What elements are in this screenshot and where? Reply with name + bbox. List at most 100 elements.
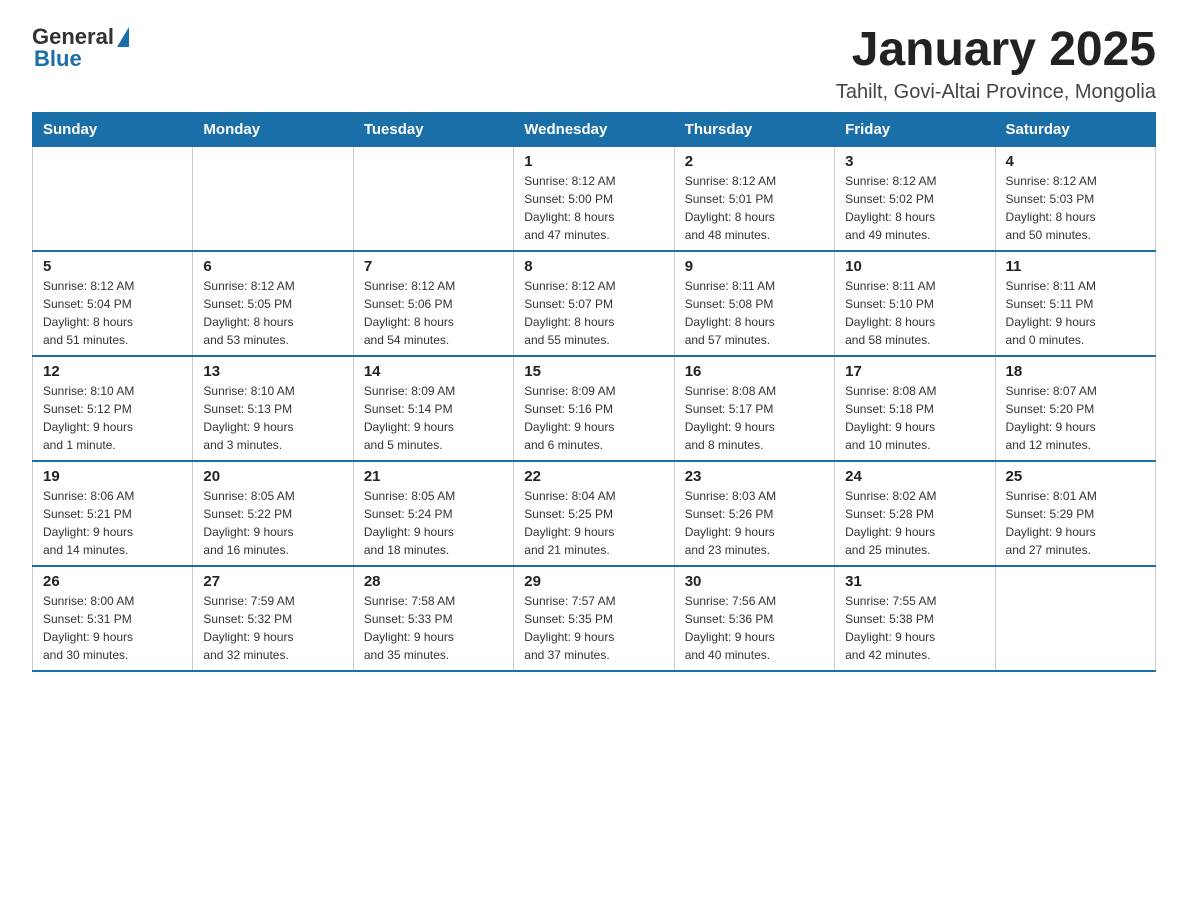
day-info: Sunrise: 8:12 AM Sunset: 5:03 PM Dayligh… — [1006, 172, 1145, 244]
day-info: Sunrise: 7:58 AM Sunset: 5:33 PM Dayligh… — [364, 592, 503, 664]
day-number: 5 — [43, 258, 182, 275]
calendar-cell: 31 Sunrise: 7:55 AM Sunset: 5:38 PM Dayli… — [835, 566, 995, 671]
calendar-week-row: 12Sunrise: 8:10 AM Sunset: 5:12 PM Dayli… — [33, 356, 1156, 461]
calendar-cell: 2 Sunrise: 8:12 AM Sunset: 5:01 PM Daylig… — [674, 146, 834, 251]
day-number: 23 — [685, 468, 824, 485]
day-number: 11 — [1006, 258, 1145, 275]
day-info: Sunrise: 8:04 AM Sunset: 5:25 PM Dayligh… — [524, 487, 663, 559]
day-info: Sunrise: 8:08 AM Sunset: 5:17 PM Dayligh… — [685, 382, 824, 454]
day-number: 4 — [1006, 153, 1145, 170]
day-number: 3 — [845, 153, 984, 170]
calendar-cell: 3 Sunrise: 8:12 AM Sunset: 5:02 PM Daylig… — [835, 146, 995, 251]
logo-triangle-icon — [117, 27, 129, 47]
calendar-cell — [995, 566, 1155, 671]
calendar-cell — [193, 146, 353, 251]
day-info: Sunrise: 8:11 AM Sunset: 5:08 PM Dayligh… — [685, 277, 824, 349]
calendar-cell: 20Sunrise: 8:05 AM Sunset: 5:22 PM Dayli… — [193, 461, 353, 566]
day-info: Sunrise: 8:09 AM Sunset: 5:14 PM Dayligh… — [364, 382, 503, 454]
logo: General Blue — [32, 24, 129, 72]
day-number: 15 — [524, 363, 663, 380]
day-number: 7 — [364, 258, 503, 275]
day-info: Sunrise: 8:12 AM Sunset: 5:07 PM Dayligh… — [524, 277, 663, 349]
day-info: Sunrise: 8:11 AM Sunset: 5:10 PM Dayligh… — [845, 277, 984, 349]
day-number: 2 — [685, 153, 824, 170]
day-number: 12 — [43, 363, 182, 380]
day-info: Sunrise: 8:03 AM Sunset: 5:26 PM Dayligh… — [685, 487, 824, 559]
calendar-cell — [353, 146, 513, 251]
day-number: 21 — [364, 468, 503, 485]
calendar-cell: 27 Sunrise: 7:59 AM Sunset: 5:32 PM Dayli… — [193, 566, 353, 671]
day-number: 29 — [524, 573, 663, 590]
calendar-table: SundayMondayTuesdayWednesdayThursdayFrid… — [32, 112, 1156, 672]
day-number: 31 — [845, 573, 984, 590]
day-info: Sunrise: 8:05 AM Sunset: 5:24 PM Dayligh… — [364, 487, 503, 559]
day-number: 30 — [685, 573, 824, 590]
day-info: Sunrise: 8:12 AM Sunset: 5:06 PM Dayligh… — [364, 277, 503, 349]
day-number: 14 — [364, 363, 503, 380]
day-number: 22 — [524, 468, 663, 485]
calendar-cell: 7 Sunrise: 8:12 AM Sunset: 5:06 PM Daylig… — [353, 251, 513, 356]
calendar-header-wednesday: Wednesday — [514, 112, 674, 146]
title-area: January 2025 Tahilt, Govi-Altai Province… — [836, 24, 1156, 104]
calendar-header-thursday: Thursday — [674, 112, 834, 146]
day-info: Sunrise: 8:00 AM Sunset: 5:31 PM Dayligh… — [43, 592, 182, 664]
calendar-header-monday: Monday — [193, 112, 353, 146]
calendar-cell: 26 Sunrise: 8:00 AM Sunset: 5:31 PM Dayli… — [33, 566, 193, 671]
day-info: Sunrise: 7:55 AM Sunset: 5:38 PM Dayligh… — [845, 592, 984, 664]
day-number: 1 — [524, 153, 663, 170]
day-number: 25 — [1006, 468, 1145, 485]
calendar-week-row: 26 Sunrise: 8:00 AM Sunset: 5:31 PM Dayli… — [33, 566, 1156, 671]
day-info: Sunrise: 8:12 AM Sunset: 5:01 PM Dayligh… — [685, 172, 824, 244]
calendar-cell — [33, 146, 193, 251]
day-info: Sunrise: 8:01 AM Sunset: 5:29 PM Dayligh… — [1006, 487, 1145, 559]
day-info: Sunrise: 8:05 AM Sunset: 5:22 PM Dayligh… — [203, 487, 342, 559]
day-info: Sunrise: 8:12 AM Sunset: 5:00 PM Dayligh… — [524, 172, 663, 244]
calendar-cell: 17 Sunrise: 8:08 AM Sunset: 5:18 PM Dayli… — [835, 356, 995, 461]
calendar-cell: 8 Sunrise: 8:12 AM Sunset: 5:07 PM Daylig… — [514, 251, 674, 356]
calendar-cell: 11 Sunrise: 8:11 AM Sunset: 5:11 PM Dayli… — [995, 251, 1155, 356]
day-info: Sunrise: 7:56 AM Sunset: 5:36 PM Dayligh… — [685, 592, 824, 664]
calendar-header-friday: Friday — [835, 112, 995, 146]
day-info: Sunrise: 8:12 AM Sunset: 5:02 PM Dayligh… — [845, 172, 984, 244]
day-number: 26 — [43, 573, 182, 590]
calendar-cell: 22 Sunrise: 8:04 AM Sunset: 5:25 PM Dayli… — [514, 461, 674, 566]
calendar-cell: 21 Sunrise: 8:05 AM Sunset: 5:24 PM Dayli… — [353, 461, 513, 566]
calendar-header-row: SundayMondayTuesdayWednesdayThursdayFrid… — [33, 112, 1156, 146]
calendar-week-row: 5 Sunrise: 8:12 AM Sunset: 5:04 PM Daylig… — [33, 251, 1156, 356]
day-number: 17 — [845, 363, 984, 380]
location-title: Tahilt, Govi-Altai Province, Mongolia — [836, 81, 1156, 104]
calendar-cell: 13 Sunrise: 8:10 AM Sunset: 5:13 PM Dayli… — [193, 356, 353, 461]
day-number: 8 — [524, 258, 663, 275]
logo-blue-text: Blue — [32, 46, 82, 72]
day-info: Sunrise: 8:08 AM Sunset: 5:18 PM Dayligh… — [845, 382, 984, 454]
day-number: 6 — [203, 258, 342, 275]
calendar-cell: 29 Sunrise: 7:57 AM Sunset: 5:35 PM Dayli… — [514, 566, 674, 671]
day-number: 28 — [364, 573, 503, 590]
calendar-cell: 15 Sunrise: 8:09 AM Sunset: 5:16 PM Dayli… — [514, 356, 674, 461]
page-header: General Blue January 2025 Tahilt, Govi-A… — [32, 24, 1156, 104]
calendar-week-row: 19 Sunrise: 8:06 AM Sunset: 5:21 PM Dayli… — [33, 461, 1156, 566]
day-info: Sunrise: 8:11 AM Sunset: 5:11 PM Dayligh… — [1006, 277, 1145, 349]
day-number: 13 — [203, 363, 342, 380]
day-info: Sunrise: 8:09 AM Sunset: 5:16 PM Dayligh… — [524, 382, 663, 454]
day-info: Sunrise: 8:12 AM Sunset: 5:04 PM Dayligh… — [43, 277, 182, 349]
day-info: Sunrise: 8:12 AM Sunset: 5:05 PM Dayligh… — [203, 277, 342, 349]
calendar-header-saturday: Saturday — [995, 112, 1155, 146]
day-number: 19 — [43, 468, 182, 485]
calendar-cell: 6 Sunrise: 8:12 AM Sunset: 5:05 PM Daylig… — [193, 251, 353, 356]
calendar-cell: 14 Sunrise: 8:09 AM Sunset: 5:14 PM Dayli… — [353, 356, 513, 461]
calendar-cell: 4 Sunrise: 8:12 AM Sunset: 5:03 PM Daylig… — [995, 146, 1155, 251]
day-info: Sunrise: 8:10 AM Sunset: 5:13 PM Dayligh… — [203, 382, 342, 454]
calendar-header-tuesday: Tuesday — [353, 112, 513, 146]
calendar-cell: 28 Sunrise: 7:58 AM Sunset: 5:33 PM Dayli… — [353, 566, 513, 671]
day-info: Sunrise: 8:06 AM Sunset: 5:21 PM Dayligh… — [43, 487, 182, 559]
calendar-cell: 19 Sunrise: 8:06 AM Sunset: 5:21 PM Dayli… — [33, 461, 193, 566]
day-number: 27 — [203, 573, 342, 590]
day-info: Sunrise: 7:59 AM Sunset: 5:32 PM Dayligh… — [203, 592, 342, 664]
month-title: January 2025 — [836, 24, 1156, 77]
calendar-cell: 10Sunrise: 8:11 AM Sunset: 5:10 PM Dayli… — [835, 251, 995, 356]
day-number: 18 — [1006, 363, 1145, 380]
calendar-week-row: 1 Sunrise: 8:12 AM Sunset: 5:00 PM Daylig… — [33, 146, 1156, 251]
calendar-cell: 30 Sunrise: 7:56 AM Sunset: 5:36 PM Dayli… — [674, 566, 834, 671]
day-info: Sunrise: 7:57 AM Sunset: 5:35 PM Dayligh… — [524, 592, 663, 664]
